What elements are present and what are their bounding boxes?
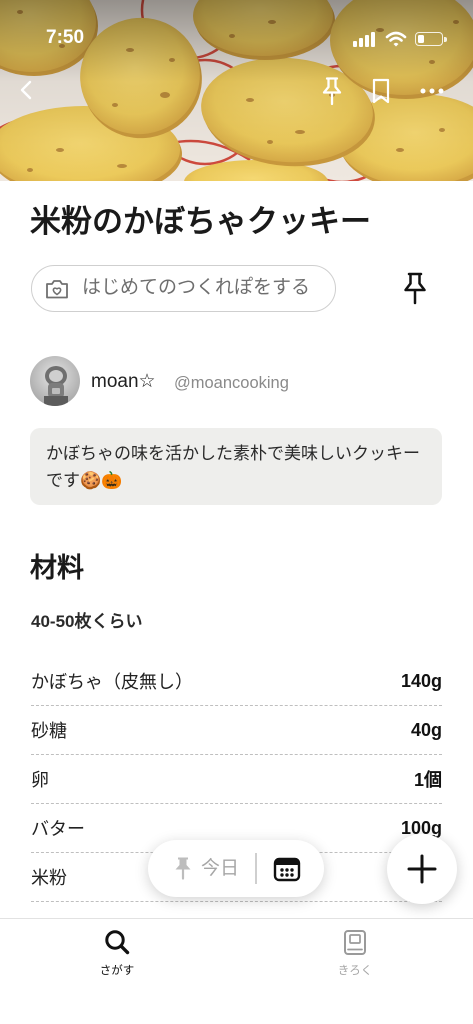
- book-icon: [344, 930, 366, 955]
- today-label: 今日: [201, 858, 240, 879]
- status-time: 7:50: [46, 27, 85, 48]
- recipe-description: かぼちゃの味を活かした素朴で美味しいクッキーです🍪🎃: [30, 428, 442, 505]
- bookmark-icon: [372, 78, 390, 104]
- description-text: かぼちゃの味を活かした素朴で美味しいクッキーです🍪🎃: [46, 444, 420, 491]
- calendar-button[interactable]: [267, 850, 307, 887]
- cooksnap-button[interactable]: はじめてのつくれぽをする: [31, 265, 336, 312]
- today-pill: 今日: [148, 840, 324, 897]
- tab-bar: さがす きろく: [0, 918, 473, 1024]
- ingredient-name: 砂糖: [31, 721, 67, 741]
- back-icon: [20, 80, 32, 100]
- pin-recipe-button[interactable]: [401, 270, 429, 306]
- ingredient-amount: 140g: [400, 670, 442, 691]
- status-icons: [352, 30, 450, 48]
- pin-button[interactable]: [315, 74, 349, 108]
- avatar[interactable]: [30, 356, 80, 406]
- ingredient-amount: 40g: [410, 719, 442, 740]
- ingredient-name: 米粉: [31, 868, 67, 888]
- signal-icon: [353, 32, 375, 47]
- ingredient-row: 卵 1個: [31, 755, 442, 804]
- battery-fill: [418, 35, 424, 43]
- camera-heart-icon: [46, 280, 68, 299]
- author-handle[interactable]: @moancooking: [174, 371, 289, 395]
- ingredients-heading: 材料: [30, 553, 84, 583]
- pin-icon: [322, 77, 342, 106]
- servings: 40-50枚くらい: [31, 612, 143, 631]
- author-name[interactable]: moan☆: [91, 370, 156, 394]
- ingredient-row: 砂糖 40g: [31, 706, 442, 755]
- recipe-title: 米粉のかぼちゃクッキー: [30, 204, 371, 239]
- pill-divider: [255, 853, 257, 884]
- tab-label: きろく: [337, 965, 373, 977]
- tab-records[interactable]: きろく: [295, 919, 415, 989]
- ingredient-name: バター: [31, 819, 85, 839]
- ingredient-amount: 1個: [413, 770, 442, 790]
- pin-icon: [404, 272, 426, 305]
- wifi-icon: [385, 31, 407, 47]
- pin-icon: [175, 857, 191, 880]
- today-button[interactable]: 今日: [162, 840, 248, 897]
- search-icon: [105, 930, 130, 955]
- tab-label: さがす: [99, 965, 135, 977]
- cooksnap-label: はじめてのつくれぽをする: [82, 277, 311, 298]
- more-button[interactable]: [415, 76, 449, 106]
- battery-icon: [415, 32, 447, 46]
- plus-icon: [407, 854, 437, 884]
- bookmark-button[interactable]: [364, 74, 398, 108]
- calendar-icon: [273, 857, 301, 881]
- ingredient-row: かぼちゃ（皮無し） 140g: [31, 657, 442, 706]
- ingredient-name: 卵: [31, 770, 49, 790]
- add-button[interactable]: [387, 834, 457, 904]
- back-button[interactable]: [10, 74, 42, 106]
- tab-search[interactable]: さがす: [57, 919, 177, 989]
- more-icon: [420, 88, 444, 94]
- ingredient-name: かぼちゃ（皮無し）: [31, 672, 193, 692]
